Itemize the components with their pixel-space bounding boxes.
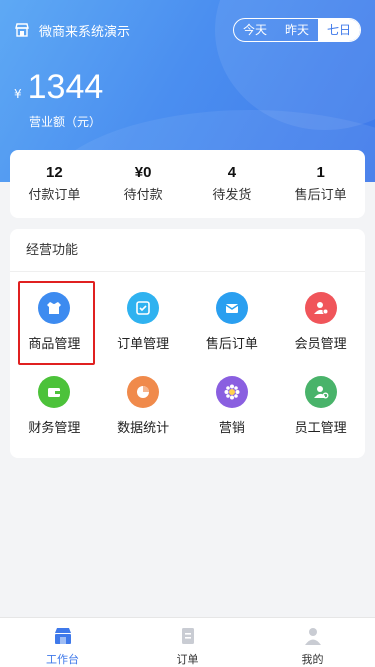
store-name: 微商来系统演示 xyxy=(39,24,131,40)
stat-label: 待付款 xyxy=(123,188,163,203)
revenue-amount: ¥ 1344 xyxy=(14,68,103,107)
profile-icon xyxy=(304,628,321,645)
bottom-tab-bar: 工作台 订单 我的 xyxy=(0,617,375,667)
function-after-sale-orders[interactable]: 售后订单 xyxy=(188,280,277,364)
function-label: 员工管理 xyxy=(294,421,347,436)
revenue-value: 1344 xyxy=(27,68,104,106)
revenue-label: 营业额（元） xyxy=(29,115,102,129)
business-functions-panel: 经营功能 商品管理 订单管理 售后订单 会员管理 财务管理 数据统计 营销 员工… xyxy=(10,229,365,458)
selection-highlight xyxy=(18,281,95,365)
tab-orders[interactable]: 订单 xyxy=(125,618,250,667)
period-switcher: 今天 昨天 七日 xyxy=(233,18,361,42)
function-member-management[interactable]: 会员管理 xyxy=(276,280,365,364)
function-label: 财务管理 xyxy=(28,421,81,436)
function-label: 营销 xyxy=(218,421,245,436)
order-icon xyxy=(127,292,160,324)
finance-icon xyxy=(38,376,71,408)
currency-symbol: ¥ xyxy=(14,87,22,101)
top-bar: 微商来系统演示 今天 昨天 七日 xyxy=(14,18,361,42)
stat-after-sale-orders[interactable]: 1 售后订单 xyxy=(276,150,365,218)
function-staff-management[interactable]: 员工管理 xyxy=(276,364,365,448)
after-sale-icon xyxy=(215,292,248,324)
staff-icon xyxy=(304,376,337,408)
stat-pending-payment[interactable]: ¥0 待付款 xyxy=(99,150,188,218)
function-marketing[interactable]: 营销 xyxy=(188,364,277,448)
stat-value: 12 xyxy=(46,164,63,181)
stat-label: 付款订单 xyxy=(28,188,81,203)
tab-workbench[interactable]: 工作台 xyxy=(0,618,125,667)
stat-paid-orders[interactable]: 12 付款订单 xyxy=(10,150,99,218)
function-label: 数据统计 xyxy=(117,421,170,436)
tab-label: 订单 xyxy=(176,653,199,666)
stat-value: ¥0 xyxy=(134,164,152,181)
tab-label: 工作台 xyxy=(46,653,79,666)
statistics-icon xyxy=(127,376,160,408)
order-doc-icon xyxy=(181,628,194,644)
stat-value: 1 xyxy=(316,164,325,181)
period-today[interactable]: 今天 xyxy=(234,19,276,41)
panel-title: 经营功能 xyxy=(10,229,365,272)
function-label: 订单管理 xyxy=(117,337,170,352)
function-label: 售后订单 xyxy=(205,337,258,352)
stat-pending-shipment[interactable]: 4 待发货 xyxy=(188,150,277,218)
tab-profile[interactable]: 我的 xyxy=(250,618,375,667)
period-seven-days[interactable]: 七日 xyxy=(318,19,360,41)
function-label: 会员管理 xyxy=(294,337,347,352)
workbench-icon xyxy=(54,628,71,644)
stat-label: 待发货 xyxy=(212,188,252,203)
store-icon xyxy=(15,23,29,37)
stat-label: 售后订单 xyxy=(294,188,347,203)
function-data-statistics[interactable]: 数据统计 xyxy=(99,364,188,448)
period-yesterday[interactable]: 昨天 xyxy=(276,19,318,41)
stat-value: 4 xyxy=(227,164,237,181)
marketing-icon xyxy=(215,376,248,408)
member-icon xyxy=(304,292,337,324)
function-order-management[interactable]: 订单管理 xyxy=(99,280,188,364)
order-stats-card: 12 付款订单 ¥0 待付款 4 待发货 1 售后订单 xyxy=(10,150,365,218)
tab-label: 我的 xyxy=(301,653,324,666)
function-finance-management[interactable]: 财务管理 xyxy=(10,364,99,448)
